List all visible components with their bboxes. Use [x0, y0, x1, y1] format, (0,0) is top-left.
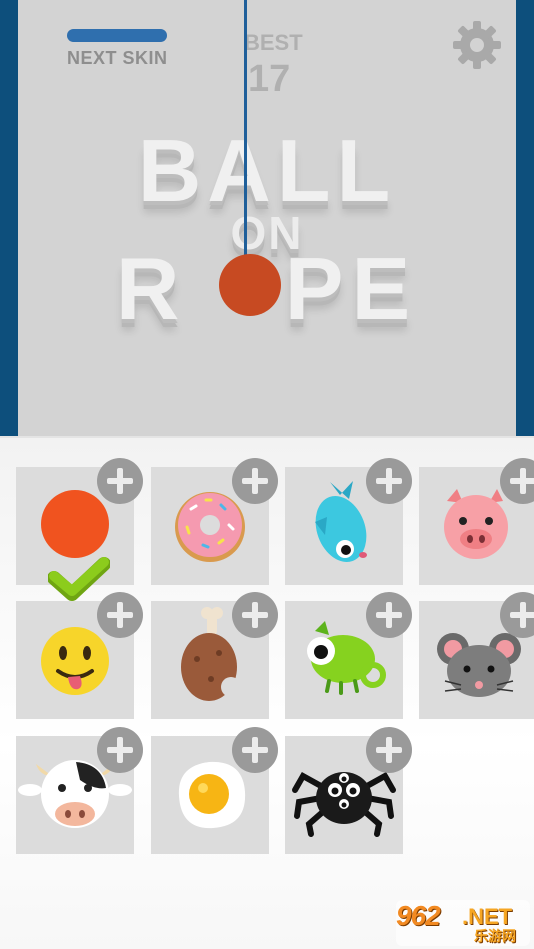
unlock-plus-button[interactable] [366, 727, 412, 773]
unlock-plus-button[interactable] [232, 458, 278, 504]
game-area[interactable]: NEXT SKIN BEST 17 BALL ON R PE [0, 0, 534, 436]
unlock-plus-button[interactable] [232, 592, 278, 638]
ball[interactable] [219, 254, 281, 316]
rope [244, 0, 247, 290]
watermark-brand: 962 [396, 900, 441, 931]
unlock-plus-button[interactable] [366, 458, 412, 504]
next-skin-label: NEXT SKIN [67, 48, 168, 68]
unlock-plus-button[interactable] [366, 592, 412, 638]
watermark-subtitle: 乐游网 [474, 928, 516, 944]
unlock-plus-button[interactable] [97, 727, 143, 773]
next-skin-progress-fill [67, 29, 167, 42]
selected-check-icon [48, 557, 110, 601]
unlock-plus-button[interactable] [232, 727, 278, 773]
settings-gear-icon[interactable] [450, 18, 504, 72]
watermark-logo: 962 .NET 乐游网 [396, 900, 530, 946]
unlock-plus-button[interactable] [97, 458, 143, 504]
next-skin-progress-bar [67, 29, 167, 42]
panel-divider [0, 436, 534, 438]
best-score-value: 17 [248, 58, 291, 100]
best-score-label: BEST [244, 30, 303, 55]
